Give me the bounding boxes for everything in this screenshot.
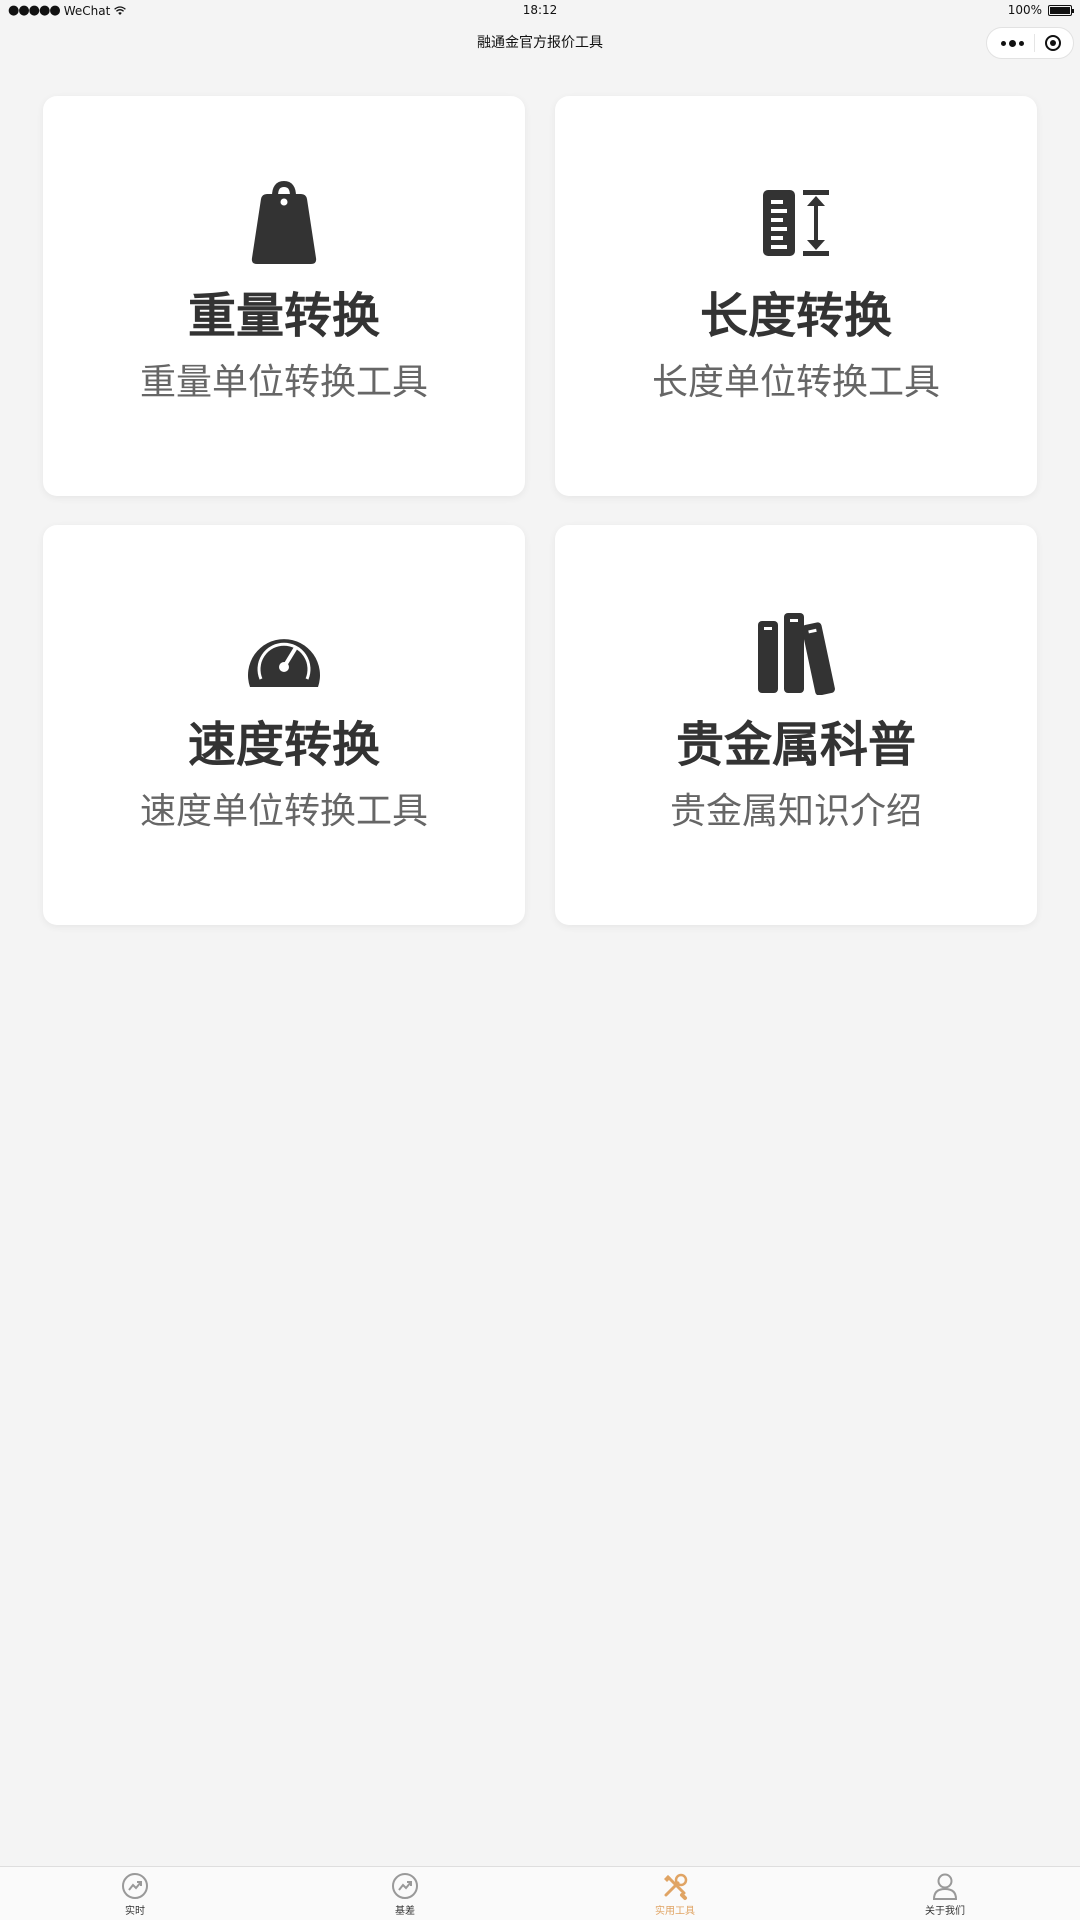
card-subtitle: 长度单位转换工具	[651, 362, 940, 403]
tab-bar: 实时 基差 实用工具 关于我们	[0, 1866, 1080, 1920]
trend-icon	[392, 1873, 418, 1899]
tab-label: 基差	[395, 1906, 415, 1917]
card-subtitle: 贵金属知识介绍	[669, 791, 922, 832]
more-icon[interactable]	[1001, 39, 1024, 47]
card-title: 贵金属科普	[675, 717, 916, 773]
capsule-divider	[1034, 34, 1035, 52]
books-icon	[555, 609, 1037, 695]
tab-tools[interactable]: 实用工具	[540, 1867, 810, 1920]
tab-label: 实用工具	[655, 1906, 695, 1917]
card-title: 重量转换	[187, 288, 380, 344]
ruler-icon	[555, 180, 1037, 266]
card-speed-conversion[interactable]: 速度转换 速度单位转换工具	[43, 525, 525, 925]
card-subtitle: 速度单位转换工具	[139, 791, 428, 832]
status-bar: ●●●●● WeChat 18:12 100%	[0, 0, 1080, 22]
card-weight-conversion[interactable]: 重量转换 重量单位转换工具	[43, 96, 525, 496]
battery-icon	[1048, 4, 1074, 16]
weight-icon	[43, 180, 525, 266]
card-precious-metals-knowledge[interactable]: 贵金属科普 贵金属知识介绍	[555, 525, 1037, 925]
card-title: 长度转换	[699, 288, 892, 344]
trend-icon	[122, 1873, 148, 1899]
tab-label: 实时	[125, 1906, 145, 1917]
speedometer-icon	[43, 609, 525, 695]
tab-about-us[interactable]: 关于我们	[810, 1867, 1080, 1920]
battery-percent: 100%	[1007, 3, 1042, 17]
status-time: 18:12	[522, 3, 558, 17]
user-icon	[932, 1873, 958, 1900]
status-right: 100%	[1007, 3, 1074, 17]
tab-realtime[interactable]: 实时	[0, 1867, 270, 1920]
tab-label: 关于我们	[925, 1906, 965, 1917]
tools-icon	[664, 1873, 688, 1900]
card-title: 速度转换	[187, 717, 380, 773]
card-length-conversion[interactable]: 长度转换 长度单位转换工具	[555, 96, 1037, 496]
page-title: 融通金官方报价工具	[477, 35, 603, 51]
card-subtitle: 重量单位转换工具	[139, 362, 428, 403]
mini-program-capsule	[986, 27, 1074, 59]
close-target-icon[interactable]	[1045, 35, 1061, 51]
tab-basis[interactable]: 基差	[270, 1867, 540, 1920]
